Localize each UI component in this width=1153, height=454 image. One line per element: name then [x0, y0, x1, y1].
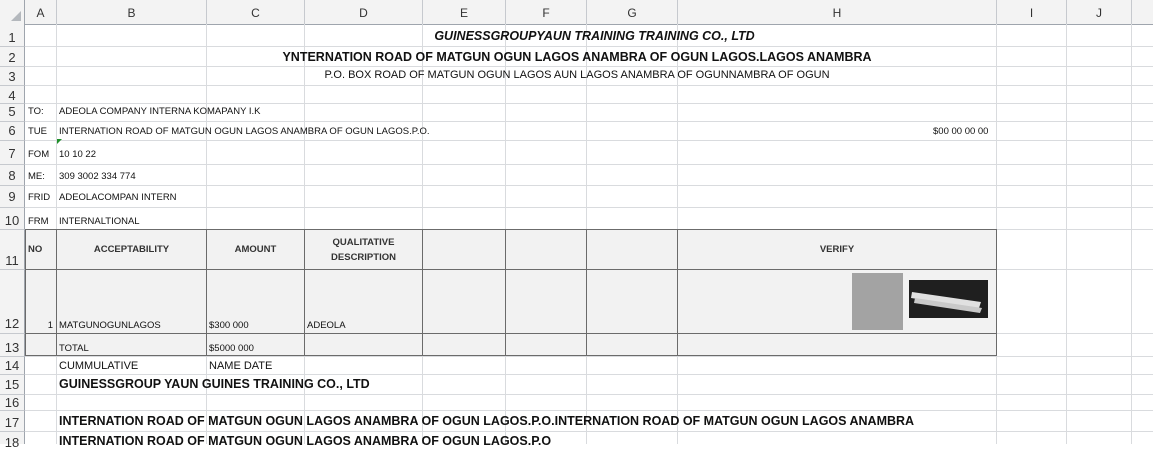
row-header-13[interactable]: 13 [0, 334, 25, 357]
header-qualitative: QUALITATIVE [332, 237, 395, 248]
row-header-4[interactable]: 4 [0, 86, 25, 104]
column-header-b[interactable]: B [57, 0, 207, 24]
stamp-stripes-icon [911, 292, 982, 313]
right-amount: $00 00 00 00 [933, 126, 989, 137]
field-value-frid: ADEOLACOMPAN INTERN [59, 192, 177, 203]
cell-acceptability: MATGUNOGUNLAGOS [59, 320, 161, 331]
row-header-5[interactable]: 5 [0, 104, 25, 122]
column-header-f[interactable]: F [506, 0, 587, 24]
select-all-corner[interactable] [0, 0, 25, 24]
row-header-7[interactable]: 7 [0, 141, 25, 165]
header-no: NO [28, 244, 43, 255]
field-value-to: ADEOLA COMPANY INTERNA KOMAPANY I.K [59, 106, 261, 117]
row-header-15[interactable]: 15 [0, 375, 25, 395]
address-line: YNTERNATION ROAD OF MATGUN OGUN LAGOS AN… [282, 50, 872, 64]
field-value-tue: INTERNATION ROAD OF MATGUN OGUN LAGOS AN… [59, 126, 430, 137]
cell-no: 1 [47, 320, 53, 331]
verify-stamp-image[interactable] [909, 280, 988, 318]
footer-company: GUINESSGROUP YAUN GUINES TRAINING CO., L… [59, 377, 370, 391]
column-header-h[interactable]: H [678, 0, 997, 24]
verify-gray-image[interactable] [852, 273, 903, 330]
po-box-line: P.O. BOX ROAD OF MATGUN OGUN LAGOS AUN L… [324, 69, 830, 81]
row-header-10[interactable]: 10 [0, 208, 25, 230]
field-value-frm: INTERNALTIONAL [59, 216, 140, 227]
header-acceptability: ACCEPTABILITY [93, 244, 170, 255]
column-header-j[interactable]: J [1067, 0, 1132, 24]
header-verify: VERIFY [819, 244, 855, 255]
field-label-frm: FRM [28, 216, 49, 227]
row-header-8[interactable]: 8 [0, 165, 25, 186]
row-header-3[interactable]: 3 [0, 67, 25, 86]
field-label-me: ME: [28, 171, 45, 182]
row-header-11[interactable]: 11 [0, 230, 25, 270]
cell-description: ADEOLA [307, 320, 346, 331]
column-header-a[interactable]: A [25, 0, 57, 24]
row-header-14[interactable]: 14 [0, 357, 25, 375]
column-header-d[interactable]: D [305, 0, 423, 24]
footer-line-17: INTERNATION ROAD OF MATGUN OGUN LAGOS AN… [59, 414, 915, 428]
row-header-17[interactable]: 17 [0, 411, 25, 432]
header-description: DESCRIPTION [331, 252, 396, 263]
select-all-triangle-icon [11, 11, 21, 21]
total-value: $5000 000 [209, 343, 254, 354]
field-label-to: TO: [28, 106, 44, 117]
field-label-frid: FRID [28, 192, 51, 203]
row-header-12[interactable]: 12 [0, 270, 25, 334]
cummulative-label: CUMMULATIVE [59, 360, 139, 372]
header-amount: AMOUNT [234, 244, 277, 255]
row-header-6[interactable]: 6 [0, 122, 25, 141]
column-header-i[interactable]: I [997, 0, 1067, 24]
column-header-k-partial[interactable] [1132, 0, 1153, 24]
row-header-2[interactable]: 2 [0, 47, 25, 67]
column-header-bar: A B C D E F G H I J [0, 0, 1153, 25]
row-header-16[interactable]: 16 [0, 395, 25, 411]
row-header-9[interactable]: 9 [0, 186, 25, 208]
field-value-me: 309 3002 334 774 [59, 171, 136, 182]
footer-line-18: INTERNATION ROAD OF MATGUN OGUN LAGOS AN… [59, 434, 552, 448]
name-date-label: NAME DATE [209, 360, 273, 372]
company-title: GUINESSGROUPYAUN TRAINING TRAINING CO., … [434, 29, 755, 43]
column-header-g[interactable]: G [587, 0, 678, 24]
row-header-1[interactable]: 1 [0, 24, 25, 47]
field-label-tue: TUE [28, 126, 47, 137]
error-indicator-icon [57, 139, 62, 144]
total-label: TOTAL [59, 343, 89, 354]
field-label-fom: FOM [28, 149, 50, 160]
column-header-c[interactable]: C [207, 0, 305, 24]
cell-amount: $300 000 [209, 320, 249, 331]
column-header-e[interactable]: E [423, 0, 506, 24]
field-value-fom: 10 10 22 [59, 149, 96, 160]
row-header-18[interactable]: 18 [0, 432, 25, 450]
